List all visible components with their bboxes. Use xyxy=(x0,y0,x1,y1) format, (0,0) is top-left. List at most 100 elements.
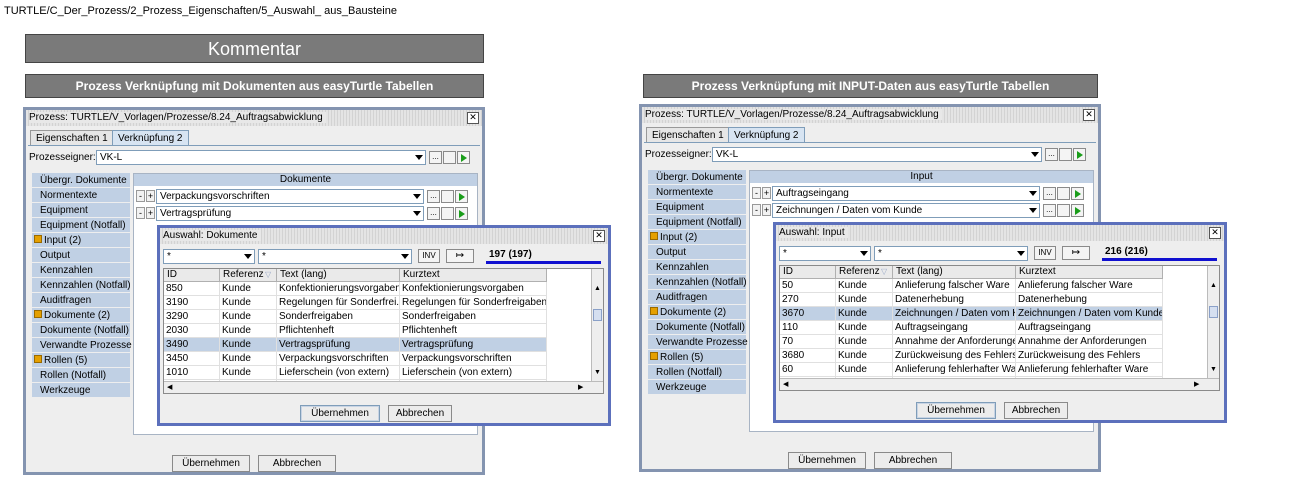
browse-button[interactable]: ... xyxy=(427,190,440,203)
sidebar-item[interactable]: Rollen (Notfall) xyxy=(648,365,746,380)
table-row[interactable]: 50 Kunde Anlieferung falscher Ware Anliefer… xyxy=(780,279,1163,293)
sidebar-item[interactable]: Dokumente (Notfall) xyxy=(648,320,746,335)
apply-filter-button[interactable]: ↦ xyxy=(1062,246,1090,260)
sidebar-item[interactable]: Werkzeuge xyxy=(32,383,130,398)
clear-button[interactable] xyxy=(441,207,454,220)
vertical-scrollbar[interactable]: ▲ ▼ xyxy=(1207,266,1219,378)
add-entry-button[interactable]: + xyxy=(762,204,771,216)
chevron-down-icon[interactable] xyxy=(413,211,421,216)
sidebar-item[interactable]: Equipment xyxy=(32,203,130,218)
horizontal-scrollbar[interactable]: ◀ ▶ xyxy=(780,378,1219,390)
table-row[interactable]: 2030 Kunde Pflichtenheft Pflichtenheft xyxy=(164,324,547,338)
table-row[interactable]: 3490 Kunde Vertragsprüfung Vertragsprüfung xyxy=(164,338,547,352)
entry-select[interactable]: Auftragseingang xyxy=(772,186,1040,201)
clear-button[interactable] xyxy=(1057,204,1070,217)
column-header[interactable]: Kurztext xyxy=(1016,266,1163,279)
table-row[interactable]: 850 Kunde Konfektionierungsvorgaben Konfekt… xyxy=(164,282,547,296)
window-titlebar[interactable]: Prozess: TURTLE/V_Vorlagen/Prozesse/8.24… xyxy=(26,110,482,126)
sidebar-item[interactable]: Kennzahlen (Notfall) xyxy=(32,278,131,293)
entry-select[interactable]: Zeichnungen / Daten vom Kunde xyxy=(772,203,1040,218)
column-header[interactable]: ID xyxy=(164,269,220,282)
tab-verknuepfung[interactable]: Verknüpfung 2 xyxy=(112,130,189,145)
invert-button[interactable]: INV xyxy=(1034,246,1056,260)
scroll-left-icon[interactable]: ◀ xyxy=(167,384,172,392)
vertical-scrollbar[interactable]: ▲ ▼ xyxy=(591,269,603,381)
remove-entry-button[interactable]: - xyxy=(752,204,761,216)
sidebar-item[interactable]: Kennzahlen xyxy=(648,260,746,275)
table-row[interactable]: 3290 Kunde Sonderfreigaben Sonderfreigaben xyxy=(164,310,547,324)
add-entry-button[interactable]: + xyxy=(146,207,155,219)
scroll-thumb[interactable] xyxy=(1209,306,1218,318)
scroll-thumb[interactable] xyxy=(593,309,602,321)
owner-select[interactable]: VK-L xyxy=(712,147,1042,162)
remove-entry-button[interactable]: - xyxy=(136,207,145,219)
filter-text-select[interactable]: * xyxy=(874,246,1028,261)
uebernehmen-button[interactable]: Übernehmen xyxy=(788,452,866,469)
chevron-down-icon[interactable] xyxy=(1017,251,1025,256)
clear-button[interactable] xyxy=(443,151,456,164)
sidebar-item[interactable]: Dokumente (2) xyxy=(648,305,746,320)
close-icon[interactable]: ✕ xyxy=(467,112,479,124)
scroll-right-icon[interactable]: ▶ xyxy=(578,384,583,392)
browse-button[interactable]: ... xyxy=(1043,204,1056,217)
sidebar-item[interactable]: Auditfragen xyxy=(648,290,746,305)
table-row[interactable]: 110 Kunde Auftragseingang Auftragseingang xyxy=(780,321,1163,335)
column-header[interactable]: Text (lang) xyxy=(277,269,400,282)
chevron-down-icon[interactable] xyxy=(1029,208,1037,213)
clear-button[interactable] xyxy=(1057,187,1070,200)
table-row[interactable]: 60 Kunde Anlieferung fehlerhafter Ware Anli… xyxy=(780,363,1163,377)
sidebar-item[interactable]: Equipment (Notfall) xyxy=(32,218,130,233)
clear-button[interactable] xyxy=(1059,148,1072,161)
horizontal-scrollbar[interactable]: ◀ ▶ xyxy=(164,381,603,393)
close-icon[interactable]: ✕ xyxy=(1083,109,1095,121)
invert-button[interactable]: INV xyxy=(418,249,440,263)
scroll-up-icon[interactable]: ▲ xyxy=(1210,282,1217,290)
filter-reference-select[interactable]: * xyxy=(163,249,255,264)
sidebar-item[interactable]: Input (2) xyxy=(32,233,130,248)
play-icon[interactable] xyxy=(455,207,468,220)
sidebar-item[interactable]: Output xyxy=(32,248,130,263)
sidebar-item[interactable]: Übergr. Dokumente xyxy=(648,170,746,185)
chevron-down-icon[interactable] xyxy=(860,251,868,256)
filter-reference-select[interactable]: * xyxy=(779,246,871,261)
remove-entry-button[interactable]: - xyxy=(136,190,145,202)
dialog-abbrechen-button[interactable]: Abbrechen xyxy=(388,405,452,422)
sidebar-item[interactable]: Kennzahlen (Notfall) xyxy=(648,275,747,290)
table-row[interactable]: 1010 Kunde Lieferschein (von extern) Liefer… xyxy=(164,366,547,380)
sidebar-item[interactable]: Rollen (Notfall) xyxy=(32,368,130,383)
dialog-abbrechen-button[interactable]: Abbrechen xyxy=(1004,402,1068,419)
column-header[interactable]: ID xyxy=(780,266,836,279)
sidebar-item[interactable]: Normentexte xyxy=(32,188,130,203)
tab-eigenschaften[interactable]: Eigenschaften 1 xyxy=(30,130,114,145)
abbrechen-button[interactable]: Abbrechen xyxy=(258,455,336,472)
chevron-down-icon[interactable] xyxy=(413,194,421,199)
entry-select[interactable]: Verpackungsvorschriften xyxy=(156,189,424,204)
clear-button[interactable] xyxy=(441,190,454,203)
apply-filter-button[interactable]: ↦ xyxy=(446,249,474,263)
owner-select[interactable]: VK-L xyxy=(96,150,426,165)
scroll-left-icon[interactable]: ◀ xyxy=(783,381,788,389)
table-row[interactable]: 3680 Kunde Zurückweisung des Fehlers Zurück… xyxy=(780,349,1163,363)
sidebar-item[interactable]: Werkzeuge xyxy=(648,380,746,395)
uebernehmen-button[interactable]: Übernehmen xyxy=(172,455,250,472)
tab-eigenschaften[interactable]: Eigenschaften 1 xyxy=(646,127,730,142)
sidebar-item[interactable]: Rollen (5) xyxy=(648,350,746,365)
column-header[interactable]: Kurztext xyxy=(400,269,547,282)
window-titlebar[interactable]: Prozess: TURTLE/V_Vorlagen/Prozesse/8.24… xyxy=(642,107,1098,123)
tab-verknuepfung[interactable]: Verknüpfung 2 xyxy=(728,127,805,142)
sidebar-item[interactable]: Kennzahlen xyxy=(32,263,130,278)
column-header[interactable]: Text (lang) xyxy=(893,266,1016,279)
entry-select[interactable]: Vertragsprüfung xyxy=(156,206,424,221)
table-row[interactable]: 270 Kunde Datenerhebung Datenerhebung xyxy=(780,293,1163,307)
table-row[interactable]: 3450 Kunde Verpackungsvorschriften Verpacku… xyxy=(164,352,547,366)
remove-entry-button[interactable]: - xyxy=(752,187,761,199)
scroll-right-icon[interactable]: ▶ xyxy=(1194,381,1199,389)
filter-icon[interactable]: ▽ xyxy=(265,270,271,279)
add-entry-button[interactable]: + xyxy=(762,187,771,199)
browse-button[interactable]: ... xyxy=(1045,148,1058,161)
abbrechen-button[interactable]: Abbrechen xyxy=(874,452,952,469)
sidebar-item[interactable]: Verwandte Prozesse xyxy=(648,335,748,350)
sidebar-item[interactable]: Übergr. Dokumente xyxy=(32,173,130,188)
play-icon[interactable] xyxy=(1073,148,1086,161)
sidebar-item[interactable]: Dokumente (2) xyxy=(32,308,130,323)
